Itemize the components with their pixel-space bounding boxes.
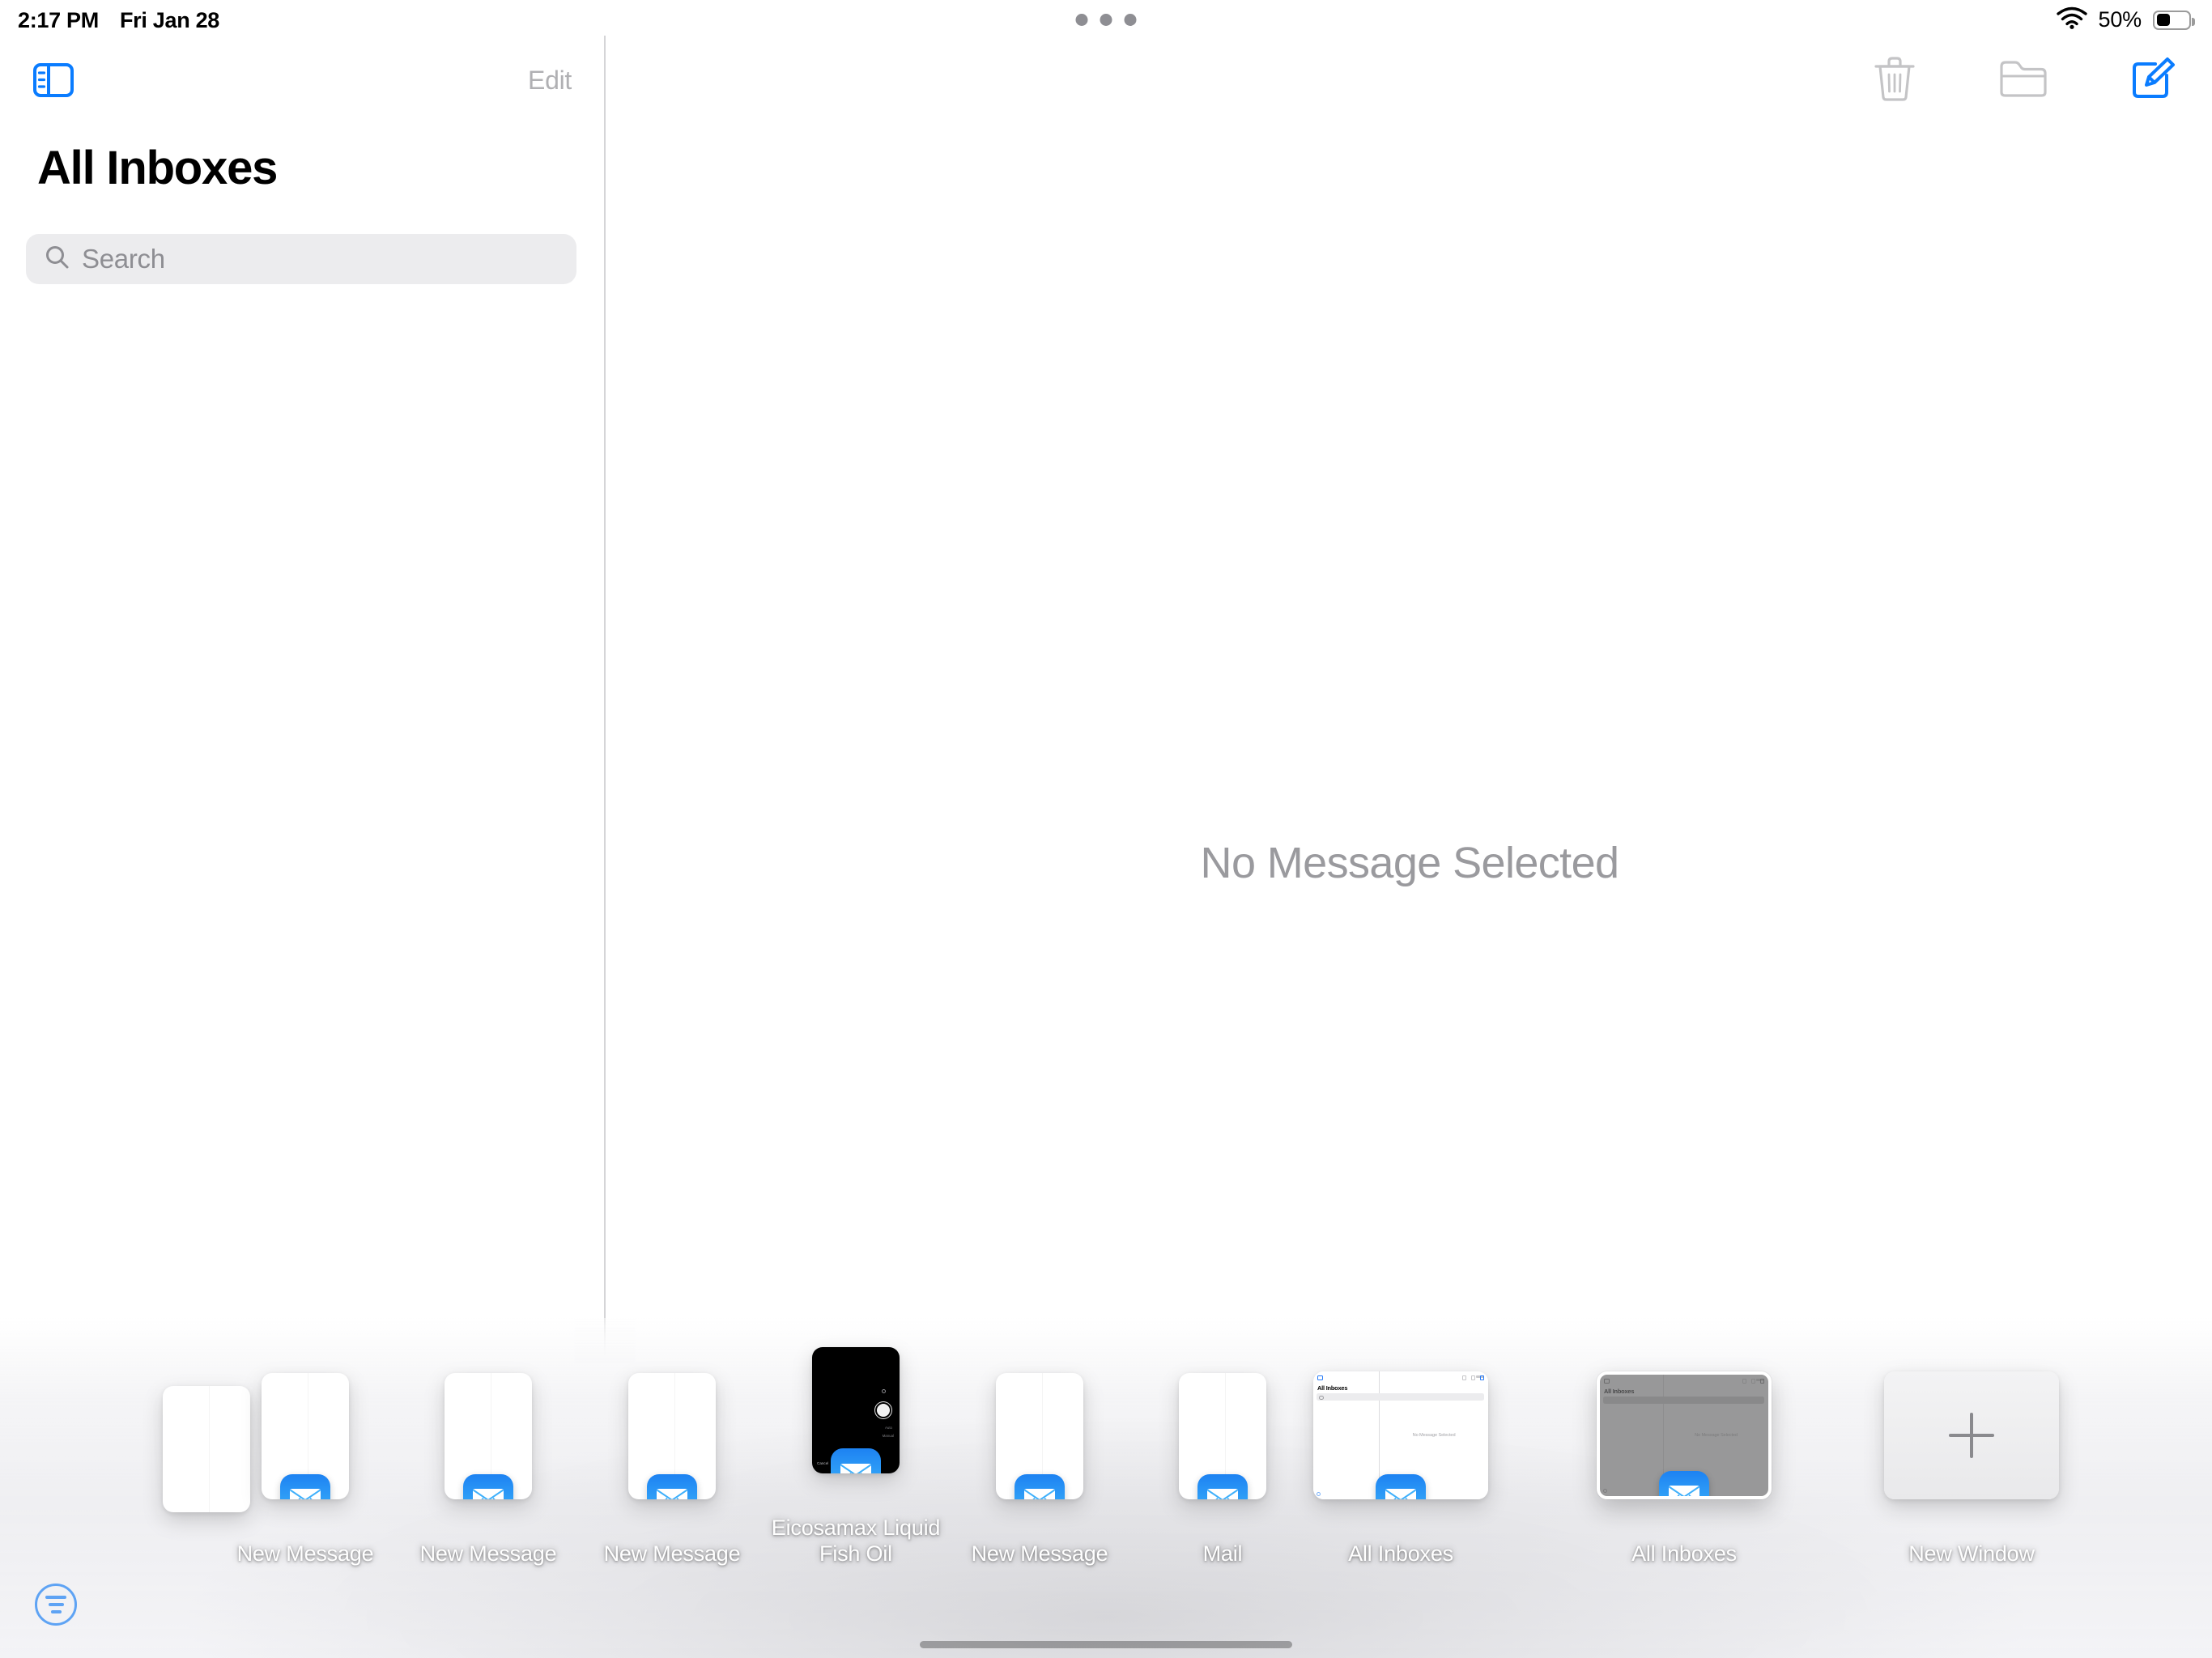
search-placeholder: Search: [82, 244, 165, 274]
window-card-label: New Message: [236, 1541, 374, 1566]
window-thumbnail[interactable]: All Inboxes No Message Selected: [1597, 1371, 1772, 1499]
mail-app-icon: [1659, 1470, 1709, 1496]
window-card[interactable]: Auto Manual Cancel Eicosamax Liquid Fish…: [763, 1347, 949, 1567]
window-thumbnail[interactable]: [1179, 1372, 1266, 1499]
window-card-strip: New Message New Message New Message Auto…: [0, 1318, 2212, 1658]
window-card-selected[interactable]: All Inboxes No Message Selected All Inbo…: [1591, 1371, 1777, 1567]
thumbnail-toolbar: [1462, 1375, 1484, 1380]
mail-app-icon: [1376, 1473, 1426, 1499]
shutter-button[interactable]: [877, 1404, 890, 1418]
camera-mode-manual: Manual: [882, 1434, 894, 1439]
multitask-dots-icon[interactable]: [1075, 14, 1137, 26]
window-card[interactable]: All Inboxes No Message Selected All Inbo…: [1308, 1371, 1494, 1567]
flash-icon: [882, 1388, 886, 1393]
window-card[interactable]: New Message: [946, 1372, 1133, 1567]
mail-app-icon: [1197, 1473, 1248, 1499]
folder-icon[interactable]: [1998, 57, 2048, 103]
compose-icon: [1480, 1375, 1484, 1380]
folder-icon: [1751, 1378, 1755, 1384]
window-card-label: Mail: [1202, 1541, 1243, 1566]
window-thumbnail[interactable]: [996, 1372, 1083, 1499]
thumbnail-empty-state: No Message Selected: [1695, 1432, 1738, 1438]
battery-icon: [2153, 10, 2195, 30]
mail-app-icon: [1015, 1473, 1065, 1499]
search-icon: [44, 244, 70, 274]
window-thumbnail[interactable]: [1884, 1371, 2059, 1499]
home-indicator[interactable]: [920, 1641, 1292, 1648]
trash-icon: [1742, 1378, 1746, 1384]
edit-button[interactable]: Edit: [528, 66, 572, 96]
detail-toolbar: [1872, 53, 2176, 106]
window-card-label: New Message: [603, 1541, 741, 1566]
thumbnail-toolbar: [1742, 1378, 1764, 1384]
mail-app-icon: [647, 1473, 697, 1499]
window-card-label: New Window: [1908, 1541, 2035, 1566]
window-card-label: New Message: [971, 1541, 1108, 1566]
search-input[interactable]: Search: [26, 234, 576, 284]
sidebar-toggle-icon: [1317, 1375, 1323, 1380]
mail-app-icon: [831, 1448, 881, 1474]
clock: 2:17 PM: [18, 8, 99, 32]
new-window-card[interactable]: New Window: [1878, 1371, 2065, 1567]
thumbnail-title: All Inboxes: [1317, 1384, 1348, 1392]
window-card-label: New Message: [419, 1541, 557, 1566]
app-expose-overlay: New Message New Message New Message Auto…: [0, 1318, 2212, 1658]
wifi-icon: [2056, 6, 2087, 33]
window-card[interactable]: New Message: [395, 1372, 581, 1567]
plus-icon: [1949, 1413, 1994, 1458]
window-thumbnail[interactable]: [445, 1372, 532, 1499]
page-title: All Inboxes: [37, 142, 278, 194]
sidebar-toggle-icon: [1604, 1378, 1610, 1384]
compose-icon[interactable]: [2129, 54, 2176, 105]
window-card-label: All Inboxes: [1348, 1541, 1453, 1566]
camera-cancel-label[interactable]: Cancel: [817, 1461, 828, 1465]
folder-icon: [1471, 1375, 1475, 1380]
window-card-label: Eicosamax Liquid Fish Oil: [771, 1516, 941, 1566]
window-thumbnail[interactable]: All Inboxes No Message Selected: [1313, 1371, 1488, 1499]
camera-mode-auto: Auto: [884, 1426, 892, 1431]
trash-icon[interactable]: [1872, 53, 1917, 106]
window-thumbnail[interactable]: [628, 1372, 716, 1499]
window-thumbnail[interactable]: [262, 1372, 349, 1499]
window-card-label: All Inboxes: [1631, 1541, 1737, 1566]
mail-app-icon: [280, 1473, 330, 1499]
mail-app-icon: [463, 1473, 513, 1499]
date-label: Fri Jan 28: [119, 8, 220, 32]
thumbnail-empty-state: No Message Selected: [1412, 1432, 1456, 1438]
window-card[interactable]: New Message: [212, 1372, 398, 1567]
search-input: [1317, 1392, 1484, 1401]
thumbnail-title: All Inboxes: [1604, 1387, 1635, 1395]
window-card[interactable]: Mail: [1129, 1372, 1316, 1567]
sidebar-toolbar: Edit: [0, 52, 604, 108]
status-bar-left: 2:17 PM Fri Jan 28: [18, 8, 219, 33]
trash-icon: [1462, 1375, 1466, 1380]
compose-icon: [1760, 1378, 1764, 1384]
window-card[interactable]: New Message: [579, 1372, 765, 1567]
battery-percent-label: 50%: [2098, 7, 2142, 32]
empty-state-label: No Message Selected: [1200, 839, 1620, 887]
sidebar-toggle-icon[interactable]: [32, 62, 74, 98]
app-library-icon[interactable]: [35, 1584, 77, 1626]
search-input: [1603, 1396, 1764, 1404]
status-bar-right: 50%: [2056, 6, 2195, 33]
window-thumbnail[interactable]: Auto Manual Cancel: [812, 1347, 900, 1474]
